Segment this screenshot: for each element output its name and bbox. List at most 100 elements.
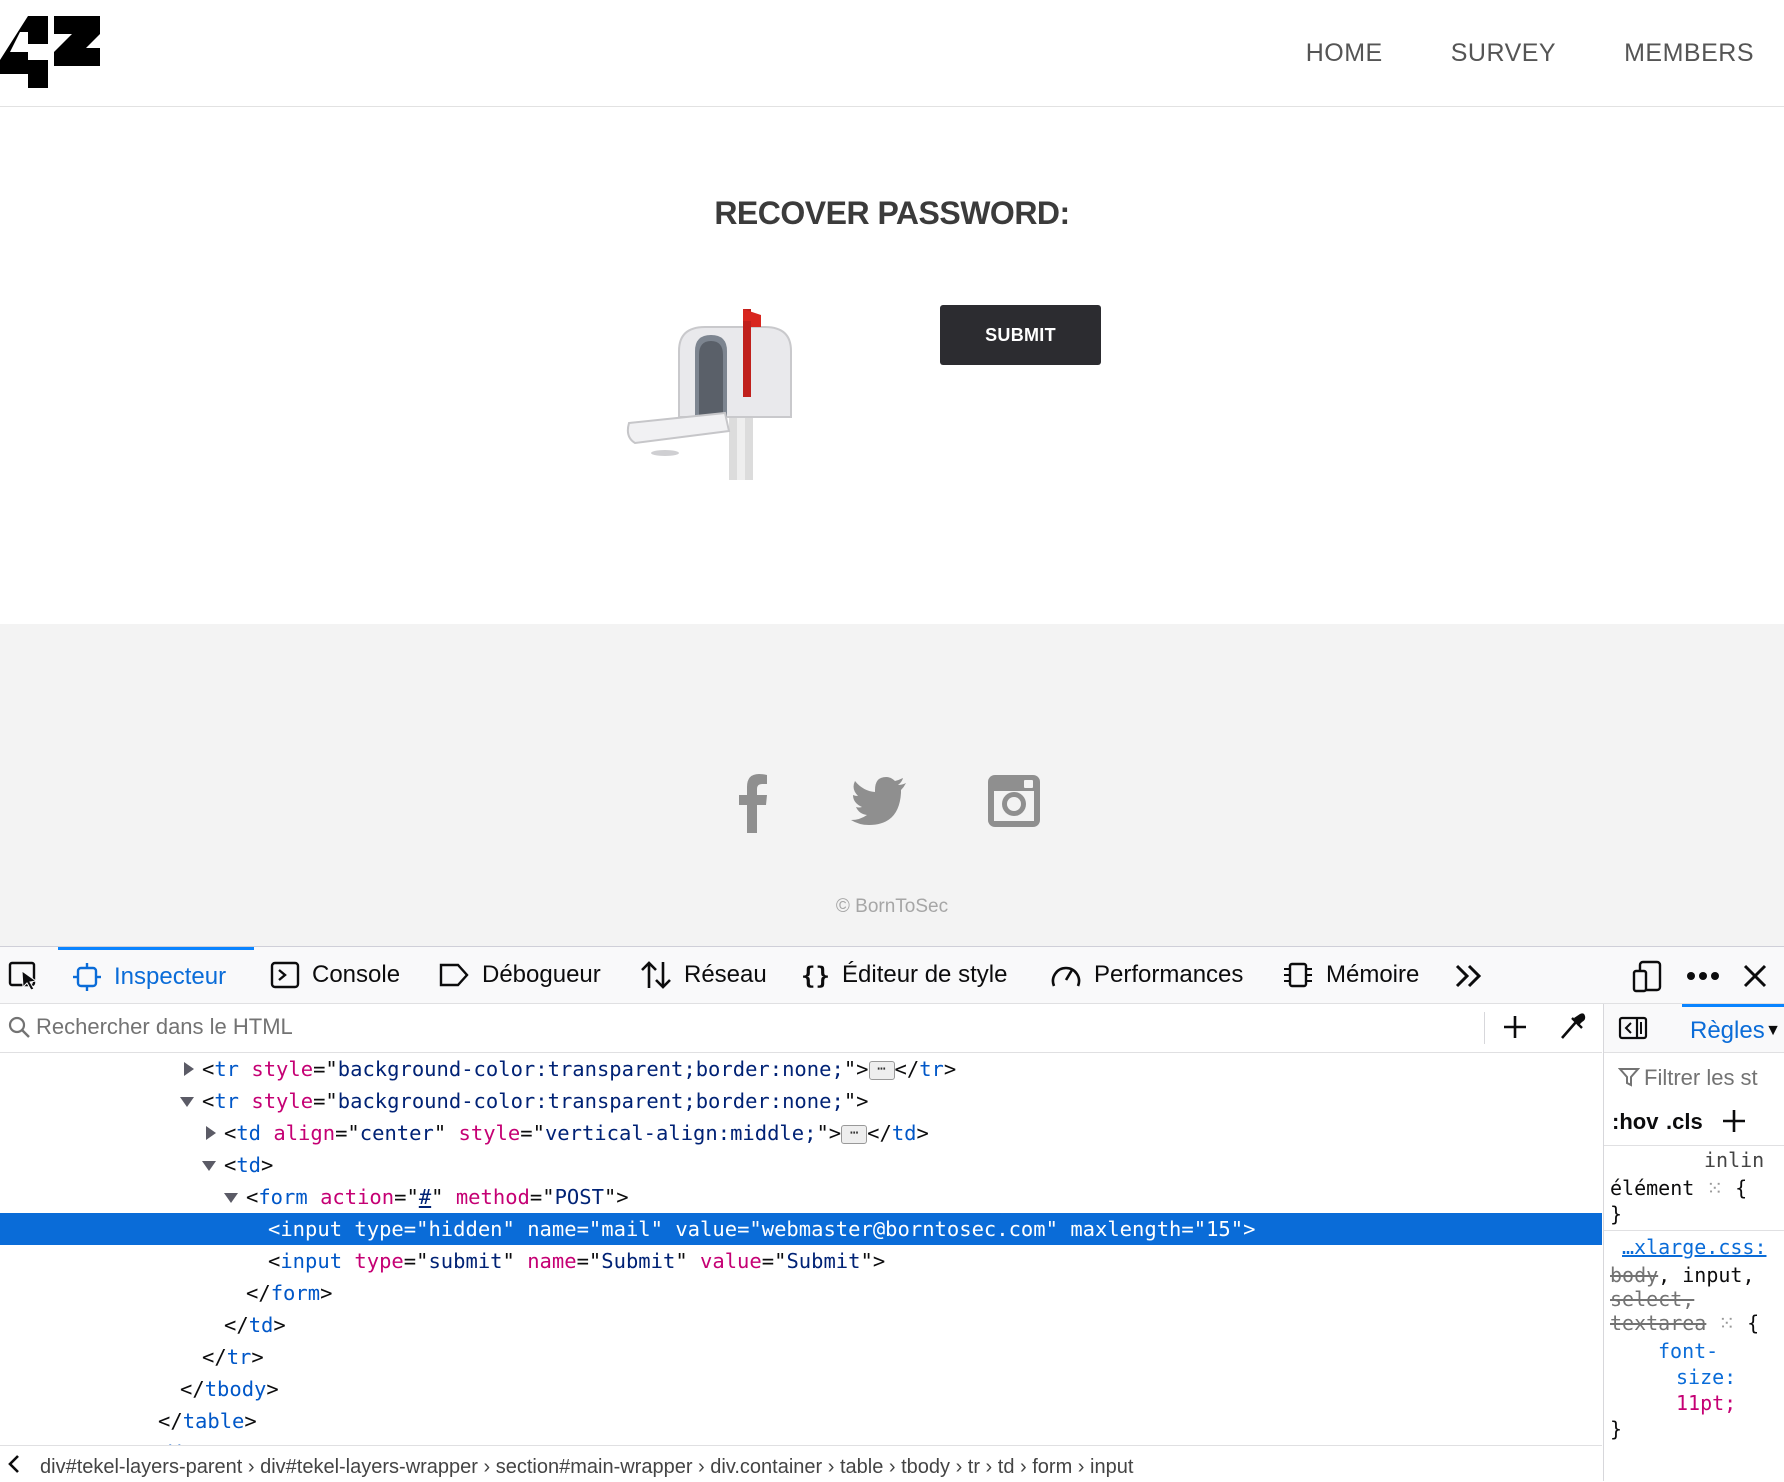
rule-prop-line1[interactable]: font- — [1658, 1338, 1718, 1364]
html-search-input[interactable] — [36, 1010, 1436, 1044]
element-label: élément — [1610, 1176, 1695, 1200]
markup-line-close-div[interactable]: </div> — [0, 1437, 1602, 1445]
markup-line-input-submit[interactable]: <input type="submit" name="Submit" value… — [0, 1245, 1602, 1277]
rule-prop-value[interactable]: 11pt; — [1676, 1390, 1736, 1416]
search-divider — [1484, 1012, 1485, 1044]
rules-toolbar: Règles ▼ — [1604, 1004, 1784, 1053]
element-rule[interactable]: élément ⁙ { — [1610, 1175, 1747, 1201]
markup-line-td-open[interactable]: <td> — [0, 1149, 1602, 1181]
collapsed-content-icon[interactable]: ⋯ — [841, 1124, 868, 1144]
breadcrumb[interactable]: div#tekel-layers-parent › div#tekel-laye… — [0, 1445, 1602, 1482]
collapse-arrow-icon[interactable] — [180, 1097, 194, 1107]
add-node-icon[interactable] — [1502, 1014, 1528, 1040]
tab-regles-label: Règles — [1690, 1017, 1765, 1044]
element-rule-close: } — [1610, 1202, 1623, 1226]
expand-arrow-icon[interactable] — [206, 1126, 216, 1140]
site-header: HOME SURVEY MEMBERS — [0, 0, 1784, 107]
toggle-sidebar-icon[interactable] — [1618, 1016, 1648, 1040]
markup-view: <tr style="background-color:transparent;… — [0, 1053, 1602, 1445]
instagram-icon[interactable] — [982, 769, 1046, 833]
markup-line-close-tr[interactable]: </tr> — [0, 1341, 1602, 1373]
responsive-design-icon[interactable] — [1632, 959, 1664, 993]
add-rule-icon[interactable] — [1722, 1109, 1746, 1133]
search-icon — [8, 1016, 30, 1038]
tab-performances[interactable]: Performances — [1050, 947, 1243, 1003]
rule-close: } — [1610, 1417, 1623, 1441]
site-footer: © BornToSec — [0, 624, 1784, 946]
source-link-text[interactable]: …xlarge.css: — [1622, 1235, 1767, 1259]
main-content: RECOVER PASSWORD: SUBMIT — [0, 107, 1784, 624]
markup-line-tr-open[interactable]: <tr style="background-color:transparent;… — [0, 1085, 1602, 1117]
rules-filter[interactable]: Filtrer les st — [1604, 1053, 1784, 1101]
selector-input: input, — [1682, 1263, 1755, 1287]
submit-button[interactable]: SUBMIT — [940, 305, 1101, 365]
twitter-icon[interactable] — [848, 769, 912, 833]
social-links — [0, 769, 1784, 833]
chevron-left-icon[interactable] — [6, 1454, 22, 1474]
tab-inspecteur-label: Inspecteur — [114, 962, 227, 990]
inspector-icon — [73, 962, 101, 991]
more-tabs-chevron-icon[interactable] — [1454, 963, 1484, 989]
eyedropper-icon[interactable] — [1558, 1012, 1586, 1042]
markup-line-close-tbody[interactable]: </tbody> — [0, 1373, 1602, 1405]
devtools-toolbar: Inspecteur Console Débogueur Réseau {} É… — [0, 947, 1784, 1004]
tab-reseau-label: Réseau — [684, 961, 767, 988]
tab-console-label: Console — [312, 961, 401, 988]
network-icon — [641, 961, 671, 989]
nav-survey[interactable]: SURVEY — [1451, 39, 1556, 68]
prop-value: 11pt; — [1676, 1391, 1737, 1415]
collapse-arrow-icon[interactable] — [202, 1161, 216, 1171]
rule-prop-line2[interactable]: size: — [1676, 1364, 1736, 1390]
nav-home[interactable]: HOME — [1306, 39, 1383, 68]
close-icon[interactable] — [1742, 963, 1768, 989]
tab-console[interactable]: Console — [270, 947, 400, 1003]
rule-divider — [1604, 1230, 1784, 1231]
rule-selector-line2: select, — [1610, 1286, 1694, 1312]
tab-regles[interactable]: Règles ▼ — [1682, 1004, 1784, 1052]
rule-selector-line3: textarea ⁙ { — [1610, 1311, 1760, 1335]
selector-select: select, — [1610, 1287, 1695, 1311]
markup-line-input-hidden[interactable]: <input type="hidden" name="mail" value="… — [0, 1213, 1602, 1245]
markup-line-form[interactable]: <form action="#" method="POST"> — [0, 1181, 1602, 1213]
breadcrumb-path[interactable]: div#tekel-layers-parent › div#tekel-laye… — [40, 1456, 1133, 1479]
rules-list: inlin élément ⁙ { } …xlarge.css: body, i… — [1604, 1146, 1784, 1481]
tab-memoire[interactable]: Mémoire — [1282, 947, 1419, 1003]
expand-arrow-icon[interactable] — [184, 1062, 194, 1076]
more-options-icon[interactable] — [1686, 971, 1720, 981]
markup-line-close-table[interactable]: </table> — [0, 1405, 1602, 1437]
tab-debogueur[interactable]: Débogueur — [438, 947, 601, 1003]
tab-reseau[interactable]: Réseau — [640, 947, 767, 1003]
element-picker-icon[interactable] — [8, 961, 40, 991]
grid-dots-icon: ⁙ — [1718, 1311, 1736, 1335]
markup-line-close-td[interactable]: </td> — [0, 1309, 1602, 1341]
markup-line-td-collapsed[interactable]: <td align="center" style="vertical-align… — [0, 1117, 1602, 1149]
nav-members[interactable]: MEMBERS — [1624, 39, 1754, 68]
html-search-bar — [0, 1004, 1602, 1053]
svg-text:{}: {} — [801, 962, 830, 990]
rule-source-link[interactable]: …xlarge.css: — [1622, 1234, 1767, 1260]
markup-line-tr-collapsed[interactable]: <tr style="background-color:transparent;… — [0, 1053, 1602, 1085]
tab-inspecteur[interactable]: Inspecteur — [58, 947, 254, 1003]
tab-editeur-style-label: Éditeur de style — [842, 961, 1008, 988]
main-nav: HOME SURVEY MEMBERS — [1306, 0, 1784, 106]
logo-42[interactable] — [0, 16, 100, 88]
selector-textarea: textarea — [1610, 1311, 1707, 1335]
tab-debogueur-label: Débogueur — [482, 961, 601, 988]
cls-toggle[interactable]: .cls — [1666, 1109, 1703, 1135]
markup-line-close-form[interactable]: </form> — [0, 1277, 1602, 1309]
hov-toggle[interactable]: :hov — [1612, 1109, 1658, 1135]
selector-body: body — [1610, 1263, 1659, 1287]
copyright-text: © BornToSec — [835, 896, 949, 917]
memory-icon — [1284, 962, 1312, 988]
filter-icon — [1618, 1068, 1640, 1087]
style-editor-icon: {} — [801, 962, 830, 990]
collapse-arrow-icon[interactable] — [224, 1193, 238, 1203]
tab-editeur-style[interactable]: {} Éditeur de style — [800, 947, 1007, 1003]
facebook-icon[interactable] — [722, 769, 786, 833]
performance-icon — [1051, 966, 1081, 987]
page-title: RECOVER PASSWORD: — [714, 195, 1070, 231]
dropdown-arrow-icon[interactable]: ▼ — [1765, 1007, 1781, 1055]
collapsed-content-icon[interactable]: ⋯ — [868, 1060, 895, 1080]
prop-name-1: font- — [1658, 1339, 1719, 1363]
console-icon — [270, 961, 300, 989]
